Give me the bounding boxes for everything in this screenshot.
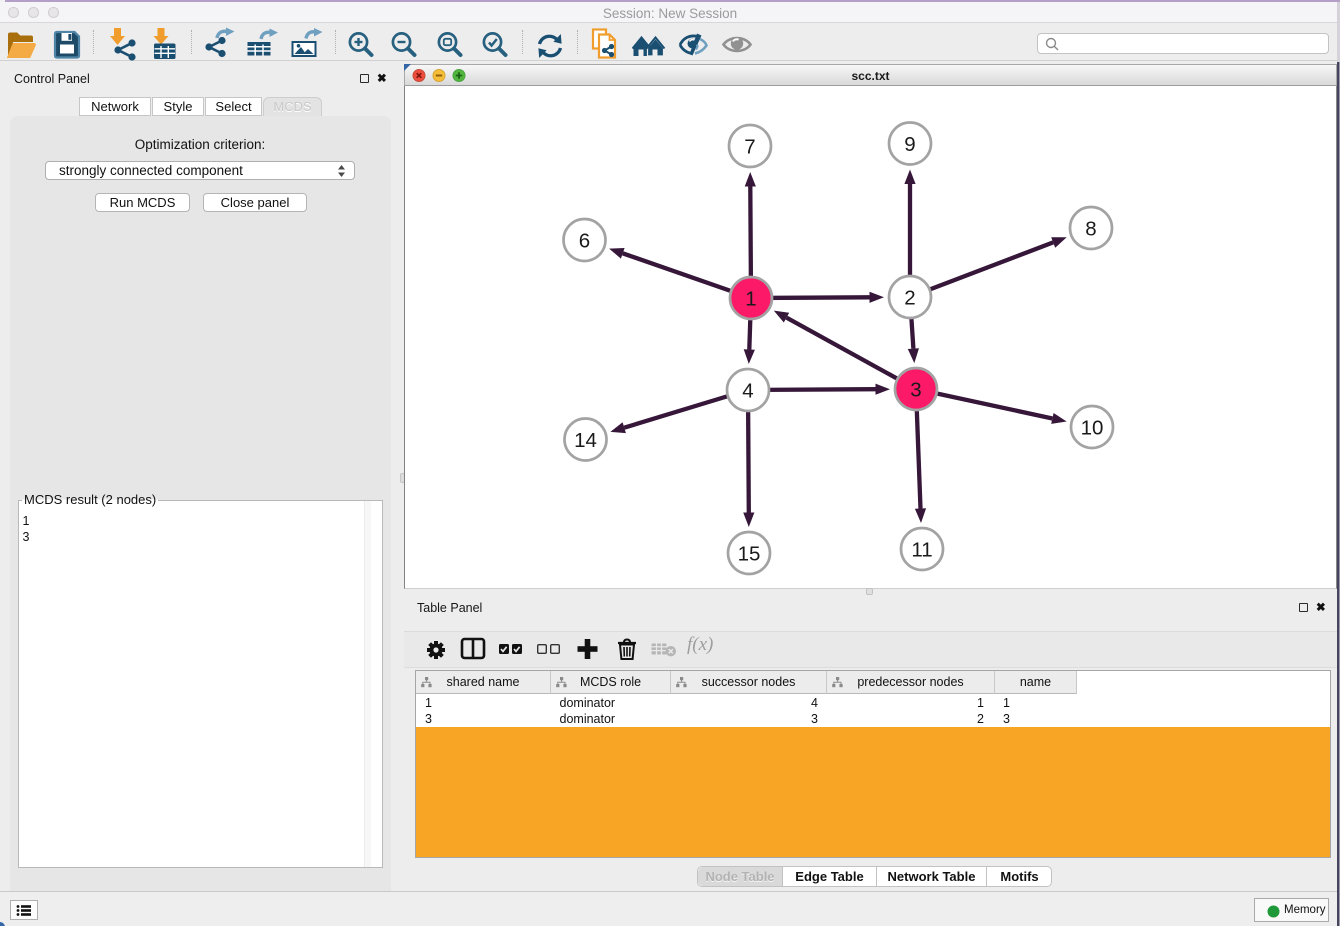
svg-text:14: 14	[574, 429, 597, 452]
svg-text:2: 2	[904, 286, 915, 309]
svg-text:4: 4	[742, 379, 753, 402]
svg-text:7: 7	[744, 135, 755, 158]
svg-text:11: 11	[911, 538, 932, 561]
svg-text:9: 9	[904, 133, 915, 156]
svg-text:10: 10	[1081, 416, 1104, 439]
svg-text:8: 8	[1085, 217, 1096, 240]
svg-text:6: 6	[579, 229, 590, 252]
svg-text:1: 1	[745, 287, 756, 310]
svg-text:15: 15	[738, 542, 761, 565]
svg-text:3: 3	[910, 378, 921, 401]
